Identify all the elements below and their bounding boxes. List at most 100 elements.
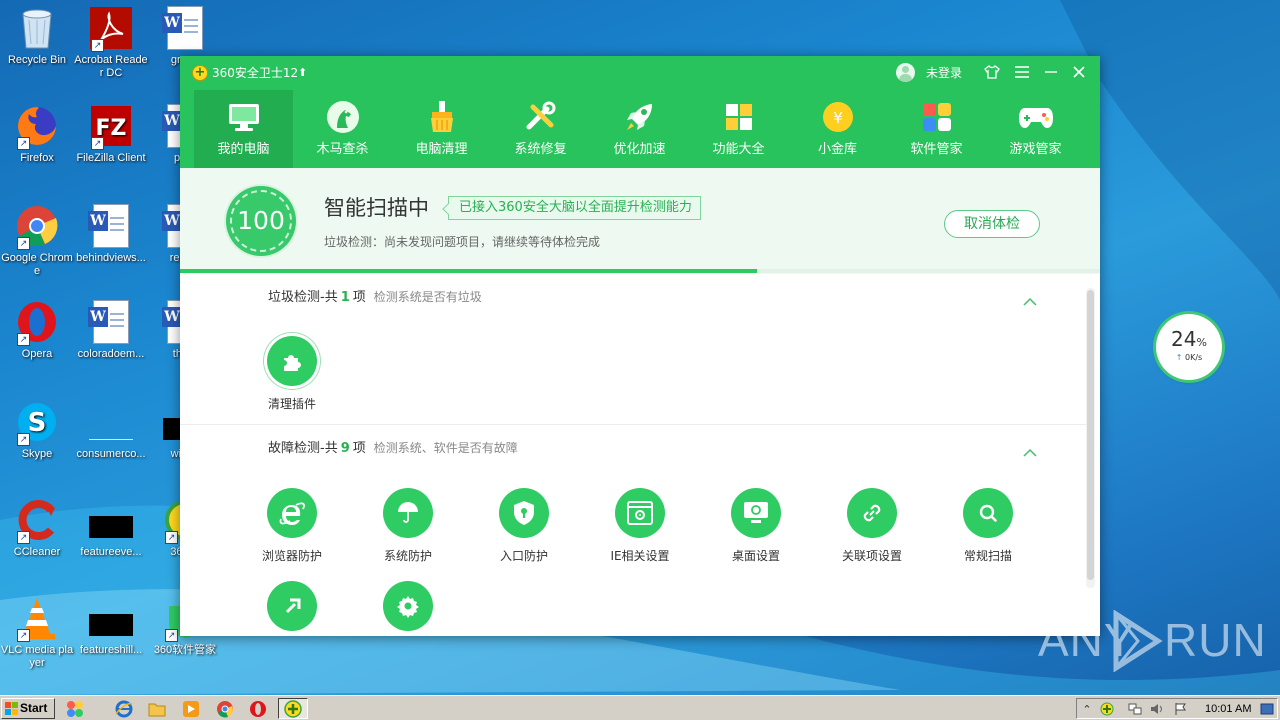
desktop-icon-doc[interactable]: behindviews... [74,204,148,265]
section-count: 1 [340,290,350,305]
quicklaunch-chrome-icon[interactable] [214,698,236,719]
quicklaunch-explorer-icon[interactable] [146,698,168,719]
nav-label: 我的电脑 [217,142,270,157]
tray-expand-icon[interactable]: ⌃ [1079,701,1095,717]
check-item[interactable]: 浏览器防护 [244,488,340,564]
desktop-icon-ccleaner[interactable]: ↗ CCleaner [0,498,74,559]
tab-treasury[interactable]: ¥ 小金库 [788,90,887,168]
desktop-icon-file[interactable]: featureshill... [74,596,148,657]
desktop-icon-skype[interactable]: S ↗ Skype [0,400,74,461]
quicklaunch-opera-icon[interactable] [247,698,269,719]
quicklaunch-media-icon[interactable] [180,698,202,719]
nav-label: 功能大全 [712,142,765,157]
desktop-icon-filezilla[interactable]: FZ ↗ FileZilla Client [74,104,148,165]
upload-arrow-icon: ↑ [1175,353,1186,362]
close-icon[interactable] [1067,60,1091,84]
scan-title: 智能扫描中 [324,196,429,220]
arrow-icon [267,581,317,631]
check-item[interactable]: 清理插件 [244,336,340,412]
tab-optimize[interactable]: 优化加速 [590,90,689,168]
show-desktop-icon[interactable] [1259,701,1275,717]
apps-icon [919,100,955,134]
collapse-chevron-up-icon[interactable] [1022,292,1038,306]
check-item[interactable]: 关联项设置 [824,488,920,564]
tab-my-computer[interactable]: 我的电脑 [194,90,293,168]
check-item-label: 入口防护 [499,549,548,563]
desktop-icon-doc[interactable]: coloradoem... [74,300,148,361]
desktop-icon-label: 360软件管家 [153,644,217,656]
chrome-icon: ↗ [15,204,59,250]
minimize-icon[interactable] [1039,60,1063,84]
desktop-icon-opera[interactable]: ↗ Opera [0,300,74,361]
section-divider [180,424,1086,425]
nav-label: 小金库 [817,142,857,157]
nav-label: 游戏管家 [1009,142,1062,157]
quicklaunch-ie-icon[interactable] [113,698,135,719]
firefox-icon: ↗ [15,104,59,150]
acrobat-icon: ↗ [89,6,133,52]
tab-system-repair[interactable]: 系统修复 [491,90,590,168]
scrollbar-thumb[interactable] [1087,290,1094,580]
window-gear-icon [615,488,665,538]
vlc-cone-icon: ↗ [15,596,59,642]
check-item[interactable]: 系统防护 [360,488,456,564]
desktop-icon-label: featureshill... [79,644,143,656]
check-item[interactable]: IE相关设置 [592,488,688,564]
desktop-icon-acrobat[interactable]: ↗ Acrobat Reader DC [74,6,148,80]
check-item[interactable]: 入口防护 [476,488,572,564]
scan-status-text: 垃圾检测：尚未发现问题项目，请继续等待体检完成 [324,235,601,249]
collapse-chevron-up-icon[interactable] [1022,443,1038,457]
horse-icon [325,100,361,134]
cancel-scan-button[interactable]: 取消体检 [944,210,1040,238]
taskbar-360-window[interactable] [278,698,308,719]
desktop-icon-vlc[interactable]: ↗ VLC media player [0,596,74,670]
tray-volume-icon[interactable] [1149,701,1165,717]
tab-cleanup[interactable]: 电脑清理 [392,90,491,168]
scan-progress-fill [180,269,757,273]
check-item[interactable] [360,581,456,636]
brain-badge: 已接入360安全大脑以全面提升检测能力 [448,196,701,220]
menu-icon[interactable] [1010,60,1034,84]
check-item-label: 系统防护 [383,549,432,563]
section-title: 故障检测-共 [268,441,338,456]
skin-shirt-icon[interactable] [980,60,1004,84]
score-circle: 100 [226,186,296,256]
check-item[interactable] [244,581,340,636]
tray-flag-icon[interactable] [1173,701,1189,717]
desktop-icon-file[interactable]: consumerco... [74,400,148,461]
desktop-icon-label: coloradoem... [77,348,145,360]
clock[interactable]: 10:01 AM [1205,702,1251,716]
speed-float-widget[interactable]: 24% ↑ 0K/s [1156,314,1222,380]
black-file-icon [89,596,133,640]
tab-software-manager[interactable]: 软件管家 [887,90,986,168]
upgrade-arrow-icon[interactable]: ⬆ [298,65,307,81]
opera-icon: ↗ [15,300,59,346]
login-link[interactable]: 未登录 [926,65,962,81]
check-item-label: 常规扫描 [963,549,1012,563]
desktop-icon-recycle-bin[interactable]: Recycle Bin [0,6,74,67]
check-item[interactable]: 常规扫描 [940,488,1036,564]
quicklaunch-apps-icon[interactable] [64,698,86,719]
tray-360-icon[interactable] [1099,701,1115,717]
network-speed: ↑ 0K/s [1156,353,1222,363]
tab-features[interactable]: 功能大全 [689,90,788,168]
check-item[interactable]: 桌面设置 [708,488,804,564]
check-item-label: 浏览器防护 [261,549,322,563]
tray-network-icon[interactable] [1127,701,1143,717]
start-button[interactable]: Start [1,698,55,719]
desktop-icon-file[interactable]: featureeve... [74,498,148,559]
gamepad-icon [1018,100,1054,134]
tab-trojan-scan[interactable]: 木马查杀 [293,90,392,168]
shield-icon [499,488,549,538]
user-avatar-icon[interactable] [896,63,915,82]
desktop-icon-firefox[interactable]: ↗ Firefox [0,104,74,165]
recycle-bin-icon [15,6,59,50]
svg-text:¥: ¥ [833,109,843,127]
nav-label: 电脑清理 [415,142,468,157]
list-scrollbar[interactable] [1086,288,1095,588]
tab-game-manager[interactable]: 游戏管家 [986,90,1085,168]
desktop-icon-chrome[interactable]: ↗ Google Chrome [0,204,74,278]
desktop-icon-label: consumerco... [76,448,146,460]
taskbar: Start ⌃ 10:01 AM [0,695,1280,720]
desktop-icon-label: Recycle Bin [7,54,67,66]
